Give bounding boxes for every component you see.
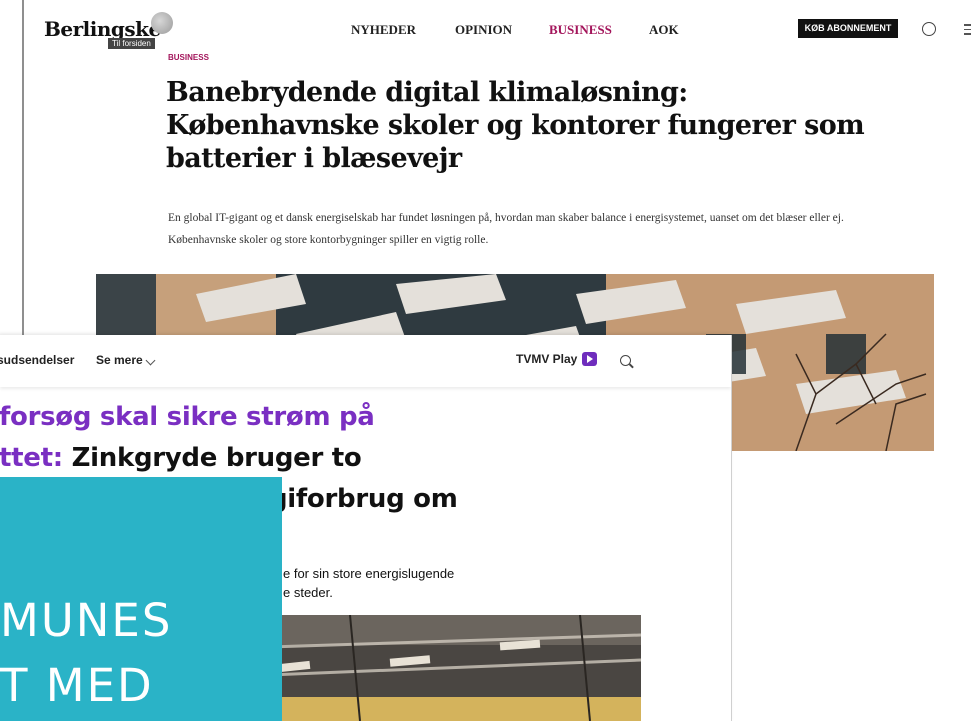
user-icon[interactable] — [922, 22, 936, 36]
search-icon[interactable] — [620, 355, 631, 366]
berlingske-header: Berlingske Til forsiden NYHEDER OPINION … — [24, 0, 971, 49]
menu-icon[interactable] — [964, 24, 971, 38]
tvmv-header: sudsendelser Se mere TVMV Play — [0, 335, 731, 387]
home-link[interactable]: Til forsiden — [108, 38, 155, 49]
article-headline: Banebrydende digital klimaløsning: Køben… — [166, 77, 865, 174]
nav-nyheder[interactable]: NYHEDER — [351, 22, 416, 38]
nav-udsendelser[interactable]: sudsendelser — [0, 353, 74, 367]
headline-accent: forsøg skal sikre strøm på — [0, 402, 375, 432]
nav-opinion[interactable]: OPINION — [455, 22, 512, 38]
headline-text-2: Zinkgryde bruger to — [62, 443, 362, 473]
overlay-text-line-2: T MED — [0, 659, 154, 712]
nav-aok[interactable]: AOK — [649, 22, 679, 38]
headline-accent-2: ttet: — [0, 443, 63, 473]
section-kicker[interactable]: BUSINESS — [168, 53, 209, 62]
tvmv-play-link[interactable]: TVMV Play — [516, 352, 577, 366]
teal-overlay-panel: MUNES T MED — [0, 477, 282, 721]
subscribe-button[interactable]: KØB ABONNEMENT — [798, 19, 898, 38]
crest-icon — [151, 12, 173, 34]
article-lede: En global IT-gigant og et dansk energise… — [168, 212, 844, 246]
overlay-text-line-1: MUNES — [0, 594, 173, 647]
nav-see-more[interactable]: Se mere — [96, 353, 143, 367]
chevron-down-icon[interactable] — [145, 355, 156, 366]
play-icon[interactable] — [582, 352, 597, 366]
nav-business[interactable]: BUSINESS — [549, 22, 612, 38]
